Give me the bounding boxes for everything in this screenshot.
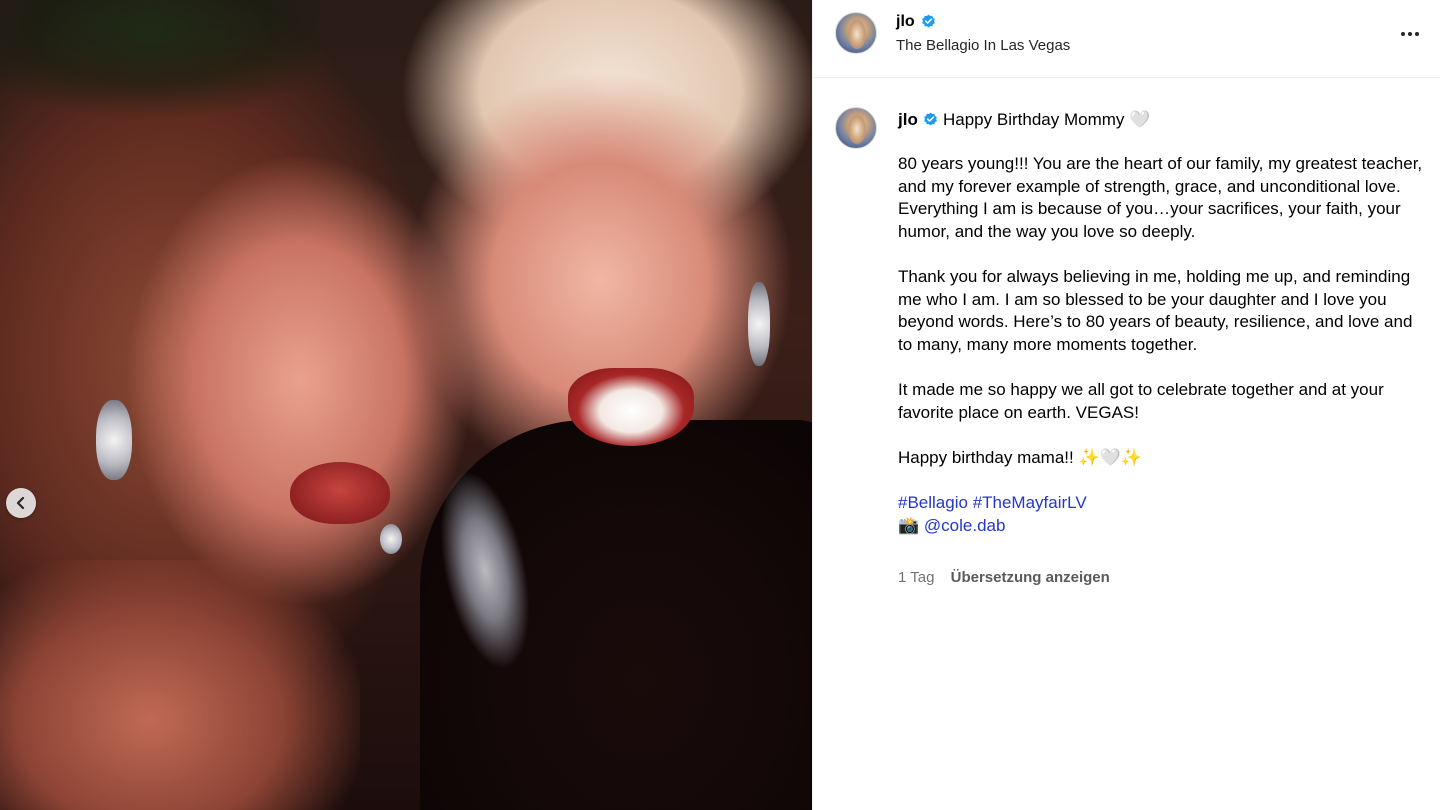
caption-paragraph: Thank you for always believing in me, ho… [898,266,1413,354]
caption-closing: Happy birthday mama!! ✨🤍✨ [898,447,1428,470]
caption-avatar[interactable] [835,107,877,149]
verified-badge-icon [924,112,937,126]
white-heart-icon: 🤍 [1099,447,1121,468]
photo-earring-pearl [380,524,402,554]
post-location[interactable]: The Bellagio In Las Vegas [896,37,1070,54]
white-heart-icon: 🤍 [1129,110,1151,130]
more-options-icon [1415,32,1419,36]
sparkles-icon: ✨ [1078,447,1100,468]
sparkles-icon: ✨ [1120,447,1142,468]
photo-foreground-shoulder [0,560,360,810]
caption-closing-text: Happy birthday mama!! [898,447,1074,467]
mention-link[interactable]: @cole.dab [924,516,1006,535]
caption-paragraph: It made me so happy we all got to celebr… [898,379,1384,422]
caption-paragraph: 80 years young!!! You are the heart of o… [898,154,1423,241]
hashtag-link[interactable]: #Bellagio [898,493,968,512]
hashtag-link[interactable]: #TheMayfairLV [973,493,1087,512]
chevron-left-icon [16,496,25,510]
post-username[interactable]: jlo [896,13,915,31]
caption-photo-credit: 📸 @cole.dab [898,515,1428,538]
more-options-icon [1408,32,1412,36]
post-details-panel: jlo The Bellagio In Las Vegas jlo Happy … [812,0,1440,810]
post-timestamp[interactable]: 1 Tag [898,569,934,586]
more-options-icon [1401,32,1405,36]
carousel-prev-button[interactable] [6,488,36,518]
avatar[interactable] [835,12,877,54]
caption-headline-text: Happy Birthday Mommy [943,110,1125,129]
photo-smile-right [568,368,694,446]
photo-earring-right [748,282,770,366]
photo-earring-left [96,400,132,480]
post-meta: 1 Tag Übersetzung anzeigen [898,569,1110,586]
caption-hashtags: #Bellagio #TheMayfairLV [898,492,1428,515]
photo-lips-left [290,462,390,524]
verified-badge-icon [922,14,935,28]
camera-flash-icon: 📸 [898,515,920,536]
more-options-button[interactable] [1397,22,1423,46]
caption-headline: Happy Birthday Mommy 🤍 [943,110,1150,130]
caption-body: 80 years young!!! You are the heart of o… [898,153,1428,537]
photo-foliage [0,0,320,140]
caption-username[interactable]: jlo [898,110,918,130]
post-photo[interactable] [0,0,812,810]
translate-button[interactable]: Übersetzung anzeigen [951,569,1110,586]
post-header: jlo The Bellagio In Las Vegas [813,0,1440,78]
